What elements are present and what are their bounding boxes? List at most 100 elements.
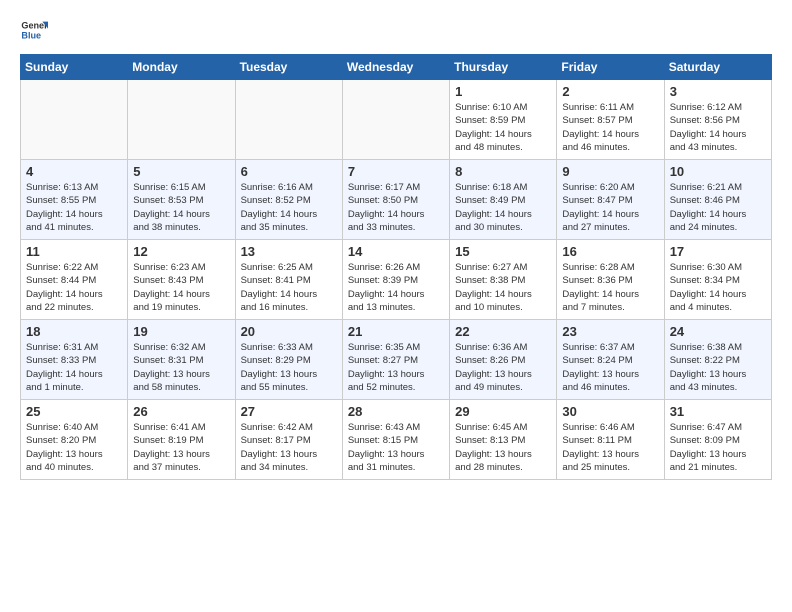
day-info: Sunrise: 6:38 AM Sunset: 8:22 PM Dayligh… <box>670 341 766 394</box>
header: General Blue <box>20 16 772 44</box>
day-info: Sunrise: 6:23 AM Sunset: 8:43 PM Dayligh… <box>133 261 229 314</box>
day-info: Sunrise: 6:40 AM Sunset: 8:20 PM Dayligh… <box>26 421 122 474</box>
weekday-header: Sunday <box>21 55 128 80</box>
header-row: SundayMondayTuesdayWednesdayThursdayFrid… <box>21 55 772 80</box>
calendar-cell: 4 Sunrise: 6:13 AM Sunset: 8:55 PM Daylig… <box>21 160 128 240</box>
weekday-header: Monday <box>128 55 235 80</box>
calendar-cell: 29Sunrise: 6:45 AM Sunset: 8:13 PM Dayli… <box>450 400 557 480</box>
calendar-cell: 15 Sunrise: 6:27 AM Sunset: 8:38 PM Dayli… <box>450 240 557 320</box>
calendar-week-row: 4 Sunrise: 6:13 AM Sunset: 8:55 PM Daylig… <box>21 160 772 240</box>
day-info: Sunrise: 6:45 AM Sunset: 8:13 PM Dayligh… <box>455 421 551 474</box>
calendar-cell: 21 Sunrise: 6:35 AM Sunset: 8:27 PM Dayli… <box>342 320 449 400</box>
calendar-cell: 17 Sunrise: 6:30 AM Sunset: 8:34 PM Dayli… <box>664 240 771 320</box>
day-info: Sunrise: 6:32 AM Sunset: 8:31 PM Dayligh… <box>133 341 229 394</box>
day-info: Sunrise: 6:27 AM Sunset: 8:38 PM Dayligh… <box>455 261 551 314</box>
calendar-cell: 28 Sunrise: 6:43 AM Sunset: 8:15 PM Dayli… <box>342 400 449 480</box>
day-number: 14 <box>348 244 444 259</box>
day-number: 21 <box>348 324 444 339</box>
calendar-cell: 7Sunrise: 6:17 AM Sunset: 8:50 PM Daylig… <box>342 160 449 240</box>
day-info: Sunrise: 6:22 AM Sunset: 8:44 PM Dayligh… <box>26 261 122 314</box>
calendar-week-row: 11 Sunrise: 6:22 AM Sunset: 8:44 PM Dayli… <box>21 240 772 320</box>
day-number: 4 <box>26 164 122 179</box>
day-number: 27 <box>241 404 337 419</box>
calendar-cell: 9Sunrise: 6:20 AM Sunset: 8:47 PM Daylig… <box>557 160 664 240</box>
day-info: Sunrise: 6:35 AM Sunset: 8:27 PM Dayligh… <box>348 341 444 394</box>
weekday-header: Friday <box>557 55 664 80</box>
calendar-week-row: 1 Sunrise: 6:10 AM Sunset: 8:59 PM Daylig… <box>21 80 772 160</box>
calendar-cell <box>128 80 235 160</box>
day-info: Sunrise: 6:43 AM Sunset: 8:15 PM Dayligh… <box>348 421 444 474</box>
day-info: Sunrise: 6:26 AM Sunset: 8:39 PM Dayligh… <box>348 261 444 314</box>
day-info: Sunrise: 6:28 AM Sunset: 8:36 PM Dayligh… <box>562 261 658 314</box>
day-number: 31 <box>670 404 766 419</box>
day-number: 24 <box>670 324 766 339</box>
calendar-cell: 8 Sunrise: 6:18 AM Sunset: 8:49 PM Daylig… <box>450 160 557 240</box>
day-info: Sunrise: 6:15 AM Sunset: 8:53 PM Dayligh… <box>133 181 229 234</box>
day-info: Sunrise: 6:37 AM Sunset: 8:24 PM Dayligh… <box>562 341 658 394</box>
calendar-cell: 26 Sunrise: 6:41 AM Sunset: 8:19 PM Dayli… <box>128 400 235 480</box>
day-number: 26 <box>133 404 229 419</box>
calendar-cell <box>342 80 449 160</box>
calendar-cell: 24 Sunrise: 6:38 AM Sunset: 8:22 PM Dayli… <box>664 320 771 400</box>
day-info: Sunrise: 6:31 AM Sunset: 8:33 PM Dayligh… <box>26 341 122 394</box>
calendar-cell <box>21 80 128 160</box>
day-number: 5 <box>133 164 229 179</box>
day-number: 25 <box>26 404 122 419</box>
calendar-cell <box>235 80 342 160</box>
day-number: 23 <box>562 324 658 339</box>
calendar-week-row: 25 Sunrise: 6:40 AM Sunset: 8:20 PM Dayli… <box>21 400 772 480</box>
day-number: 8 <box>455 164 551 179</box>
weekday-header: Saturday <box>664 55 771 80</box>
logo-icon: General Blue <box>20 16 48 44</box>
calendar-week-row: 18 Sunrise: 6:31 AM Sunset: 8:33 PM Dayli… <box>21 320 772 400</box>
day-info: Sunrise: 6:33 AM Sunset: 8:29 PM Dayligh… <box>241 341 337 394</box>
day-info: Sunrise: 6:21 AM Sunset: 8:46 PM Dayligh… <box>670 181 766 234</box>
day-number: 30 <box>562 404 658 419</box>
day-number: 9 <box>562 164 658 179</box>
day-info: Sunrise: 6:42 AM Sunset: 8:17 PM Dayligh… <box>241 421 337 474</box>
day-info: Sunrise: 6:30 AM Sunset: 8:34 PM Dayligh… <box>670 261 766 314</box>
calendar-cell: 20 Sunrise: 6:33 AM Sunset: 8:29 PM Dayli… <box>235 320 342 400</box>
calendar-cell: 23 Sunrise: 6:37 AM Sunset: 8:24 PM Dayli… <box>557 320 664 400</box>
day-number: 28 <box>348 404 444 419</box>
day-number: 20 <box>241 324 337 339</box>
weekday-header: Thursday <box>450 55 557 80</box>
weekday-header: Wednesday <box>342 55 449 80</box>
day-info: Sunrise: 6:18 AM Sunset: 8:49 PM Dayligh… <box>455 181 551 234</box>
calendar-cell: 3Sunrise: 6:12 AM Sunset: 8:56 PM Daylig… <box>664 80 771 160</box>
day-number: 22 <box>455 324 551 339</box>
calendar-cell: 25 Sunrise: 6:40 AM Sunset: 8:20 PM Dayli… <box>21 400 128 480</box>
calendar-cell: 19 Sunrise: 6:32 AM Sunset: 8:31 PM Dayli… <box>128 320 235 400</box>
day-number: 18 <box>26 324 122 339</box>
calendar-cell: 11 Sunrise: 6:22 AM Sunset: 8:44 PM Dayli… <box>21 240 128 320</box>
day-number: 15 <box>455 244 551 259</box>
svg-text:Blue: Blue <box>21 30 41 40</box>
calendar-table: SundayMondayTuesdayWednesdayThursdayFrid… <box>20 54 772 480</box>
day-info: Sunrise: 6:13 AM Sunset: 8:55 PM Dayligh… <box>26 181 122 234</box>
day-number: 1 <box>455 84 551 99</box>
day-info: Sunrise: 6:47 AM Sunset: 8:09 PM Dayligh… <box>670 421 766 474</box>
day-number: 11 <box>26 244 122 259</box>
day-info: Sunrise: 6:41 AM Sunset: 8:19 PM Dayligh… <box>133 421 229 474</box>
day-number: 17 <box>670 244 766 259</box>
day-info: Sunrise: 6:12 AM Sunset: 8:56 PM Dayligh… <box>670 101 766 154</box>
calendar-cell: 16 Sunrise: 6:28 AM Sunset: 8:36 PM Dayli… <box>557 240 664 320</box>
day-number: 19 <box>133 324 229 339</box>
calendar-cell: 5 Sunrise: 6:15 AM Sunset: 8:53 PM Daylig… <box>128 160 235 240</box>
day-number: 16 <box>562 244 658 259</box>
logo: General Blue <box>20 16 48 44</box>
calendar-cell: 6Sunrise: 6:16 AM Sunset: 8:52 PM Daylig… <box>235 160 342 240</box>
calendar-cell: 10 Sunrise: 6:21 AM Sunset: 8:46 PM Dayli… <box>664 160 771 240</box>
day-info: Sunrise: 6:36 AM Sunset: 8:26 PM Dayligh… <box>455 341 551 394</box>
day-number: 13 <box>241 244 337 259</box>
day-number: 10 <box>670 164 766 179</box>
calendar-cell: 22 Sunrise: 6:36 AM Sunset: 8:26 PM Dayli… <box>450 320 557 400</box>
calendar-cell: 18 Sunrise: 6:31 AM Sunset: 8:33 PM Dayli… <box>21 320 128 400</box>
day-info: Sunrise: 6:10 AM Sunset: 8:59 PM Dayligh… <box>455 101 551 154</box>
day-info: Sunrise: 6:17 AM Sunset: 8:50 PM Dayligh… <box>348 181 444 234</box>
day-info: Sunrise: 6:16 AM Sunset: 8:52 PM Dayligh… <box>241 181 337 234</box>
day-info: Sunrise: 6:25 AM Sunset: 8:41 PM Dayligh… <box>241 261 337 314</box>
calendar-cell: 30Sunrise: 6:46 AM Sunset: 8:11 PM Dayli… <box>557 400 664 480</box>
calendar-cell: 1 Sunrise: 6:10 AM Sunset: 8:59 PM Daylig… <box>450 80 557 160</box>
calendar-cell: 2Sunrise: 6:11 AM Sunset: 8:57 PM Daylig… <box>557 80 664 160</box>
